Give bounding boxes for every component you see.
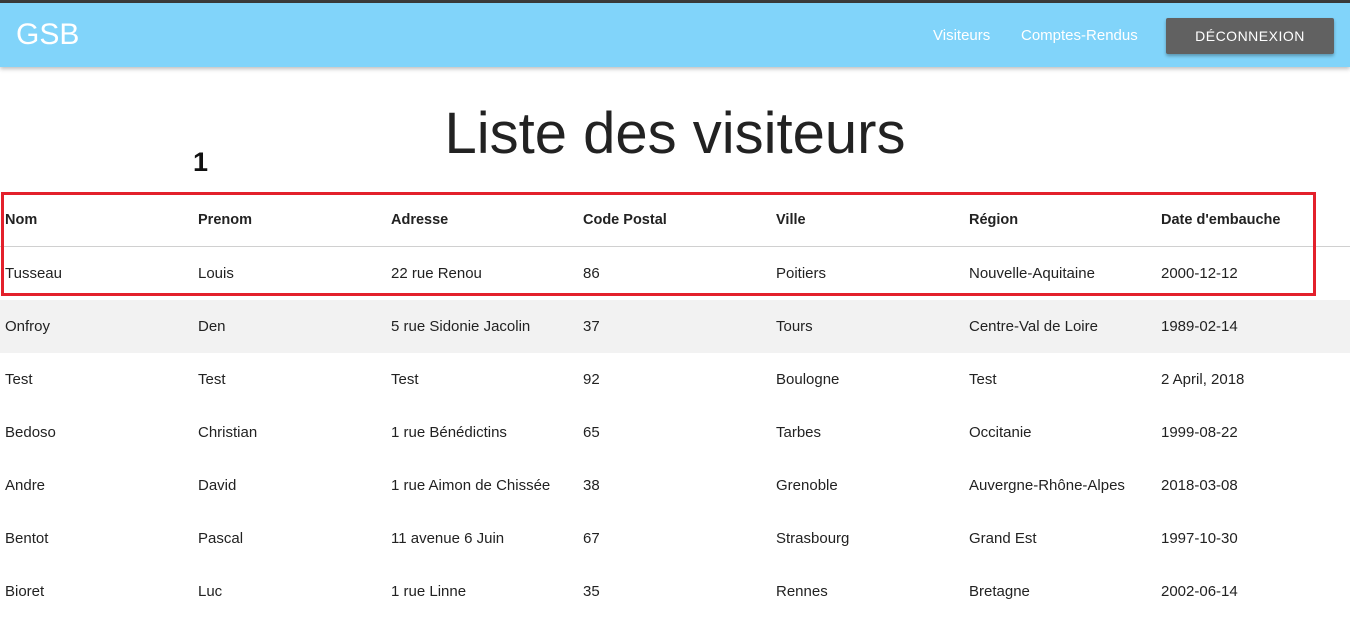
cell-adresse: 11 avenue 6 Juin: [391, 530, 505, 547]
cell-date-embauche: 2018-03-08: [1161, 477, 1238, 494]
cell-prenom: David: [198, 477, 237, 494]
nav-link-visiteurs[interactable]: Visiteurs: [933, 26, 990, 46]
cell-ville: Rennes: [776, 583, 828, 600]
highlight-box: [1, 192, 1316, 296]
cell-date-embauche: 1997-10-30: [1161, 530, 1238, 547]
cell-code-postal: 35: [583, 583, 600, 600]
cell-region: Auvergne-Rhône-Alpes: [969, 477, 1125, 494]
cell-prenom: Pascal: [198, 530, 244, 547]
cell-ville: Boulogne: [776, 371, 840, 388]
table-row[interactable]: Bentot Pascal 11 avenue 6 Juin 67 Strasb…: [0, 512, 1350, 565]
cell-nom: Andre: [5, 477, 46, 494]
cell-prenom: Den: [198, 318, 226, 335]
cell-code-postal: 65: [583, 424, 600, 441]
cell-region: Test: [969, 371, 997, 388]
cell-adresse: 1 rue Linne: [391, 583, 467, 600]
cell-ville: Grenoble: [776, 477, 838, 494]
table-row[interactable]: Test Test Test 92 Boulogne Test 2 April,…: [0, 353, 1350, 406]
cell-adresse: Test: [391, 371, 419, 388]
cell-prenom: Christian: [198, 424, 258, 441]
table-row[interactable]: Bedoso Christian 1 rue Bénédictins 65 Ta…: [0, 406, 1350, 459]
brand-logo[interactable]: GSB: [16, 17, 79, 53]
cell-adresse: 1 rue Aimon de Chissée: [391, 477, 551, 494]
table-row[interactable]: Andre David 1 rue Aimon de Chissée 38 Gr…: [0, 459, 1350, 512]
cell-code-postal: 67: [583, 530, 600, 547]
cell-adresse: 5 rue Sidonie Jacolin: [391, 318, 531, 335]
table-row[interactable]: Onfroy Den 5 rue Sidonie Jacolin 37 Tour…: [0, 300, 1350, 353]
cell-ville: Tours: [776, 318, 813, 335]
cell-ville: Strasbourg: [776, 530, 850, 547]
cell-nom: Bioret: [5, 583, 45, 600]
cell-ville: Tarbes: [776, 424, 822, 441]
cell-date-embauche: 1999-08-22: [1161, 424, 1238, 441]
cell-code-postal: 92: [583, 371, 600, 388]
cell-date-embauche: 2 April, 2018: [1161, 371, 1245, 388]
cell-adresse: 1 rue Bénédictins: [391, 424, 507, 441]
cell-prenom: Luc: [198, 583, 223, 600]
nav-link-comptes-rendus[interactable]: Comptes-Rendus: [1021, 26, 1138, 46]
cell-nom: Onfroy: [5, 318, 51, 335]
cell-date-embauche: 2002-06-14: [1161, 583, 1238, 600]
cell-code-postal: 37: [583, 318, 600, 335]
cell-prenom: Test: [198, 371, 226, 388]
annotation-number: 1: [193, 147, 209, 177]
cell-code-postal: 38: [583, 477, 600, 494]
cell-nom: Test: [5, 371, 33, 388]
cell-nom: Bedoso: [5, 424, 56, 441]
cell-region: Centre-Val de Loire: [969, 318, 1098, 335]
logout-button[interactable]: DÉCONNEXION: [1166, 18, 1334, 54]
cell-nom: Bentot: [5, 530, 49, 547]
cell-region: Grand Est: [969, 530, 1037, 547]
cell-region: Bretagne: [969, 583, 1030, 600]
navbar: GSB Visiteurs Comptes-Rendus DÉCONNEXION: [0, 3, 1350, 67]
table-row[interactable]: Bioret Luc 1 rue Linne 35 Rennes Bretagn…: [0, 565, 1350, 618]
cell-region: Occitanie: [969, 424, 1032, 441]
cell-date-embauche: 1989-02-14: [1161, 318, 1238, 335]
